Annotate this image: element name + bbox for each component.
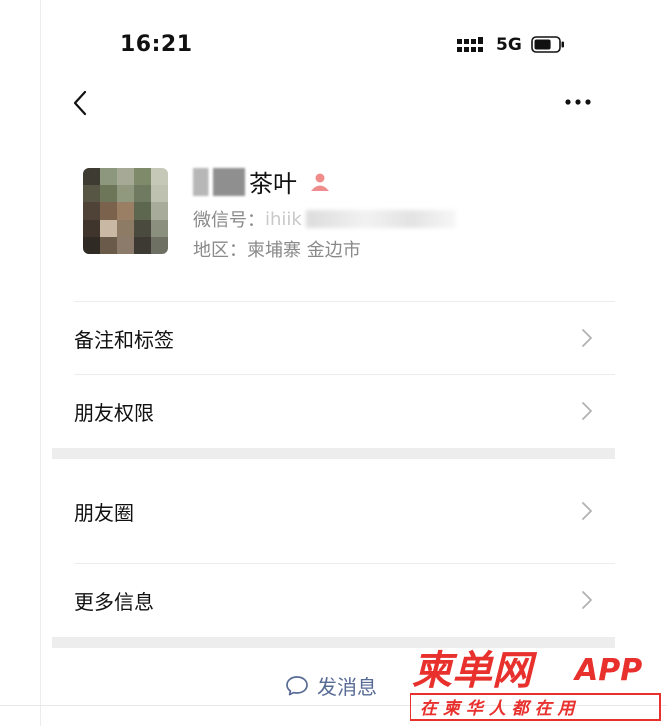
chevron-right-icon <box>582 329 592 347</box>
more-dots-icon[interactable] <box>562 90 594 114</box>
chevron-right-icon <box>582 402 592 420</box>
redacted-name-part <box>193 167 245 196</box>
chevron-left-icon[interactable] <box>66 86 94 120</box>
signal-icon <box>457 37 483 52</box>
row-remark-and-tags[interactable]: 备注和标签 <box>74 318 594 358</box>
network-type: 5G <box>496 35 522 55</box>
redacted-wechat-id <box>305 210 456 228</box>
svg-text:在 柬 华 人 都 在 用: 在 柬 华 人 都 在 用 <box>420 699 577 719</box>
wechat-id-label: 微信号： <box>193 210 265 231</box>
section-separator <box>52 448 615 459</box>
page-edge-line <box>40 0 41 726</box>
row-label: 备注和标签 <box>74 327 174 352</box>
svg-text:APP: APP <box>573 653 642 688</box>
send-message-label: 发消息 <box>317 675 377 699</box>
row-more-info[interactable]: 更多信息 <box>74 580 594 620</box>
divider <box>74 374 615 375</box>
row-moments[interactable]: 朋友圈 <box>74 491 594 531</box>
send-message-button[interactable]: 发消息 <box>285 671 377 700</box>
row-label: 朋友权限 <box>74 400 154 425</box>
row-label: 朋友圈 <box>74 500 134 525</box>
divider <box>74 563 615 564</box>
chat-bubble-icon <box>286 675 308 695</box>
profile-name: 茶叶 <box>249 170 297 198</box>
svg-text:柬单网: 柬单网 <box>412 648 538 694</box>
wechat-id-value: ihiik <box>265 208 302 230</box>
watermark-logo: 柬单网 APP 在 柬 华 人 都 在 用 <box>410 648 661 721</box>
region-line: 地区：柬埔寨 金边市 <box>193 240 361 261</box>
battery-icon <box>531 36 564 53</box>
person-icon <box>311 173 329 191</box>
chevron-right-icon <box>582 591 592 609</box>
avatar[interactable] <box>83 168 168 254</box>
row-label: 更多信息 <box>74 589 154 614</box>
divider <box>74 301 615 302</box>
row-friend-permissions[interactable]: 朋友权限 <box>74 391 594 431</box>
status-time: 16:21 <box>120 32 193 57</box>
profile-name-row: 茶叶 <box>193 164 331 199</box>
wechat-id-line: 微信号： ihiik <box>193 206 456 232</box>
chevron-right-icon <box>582 502 592 520</box>
